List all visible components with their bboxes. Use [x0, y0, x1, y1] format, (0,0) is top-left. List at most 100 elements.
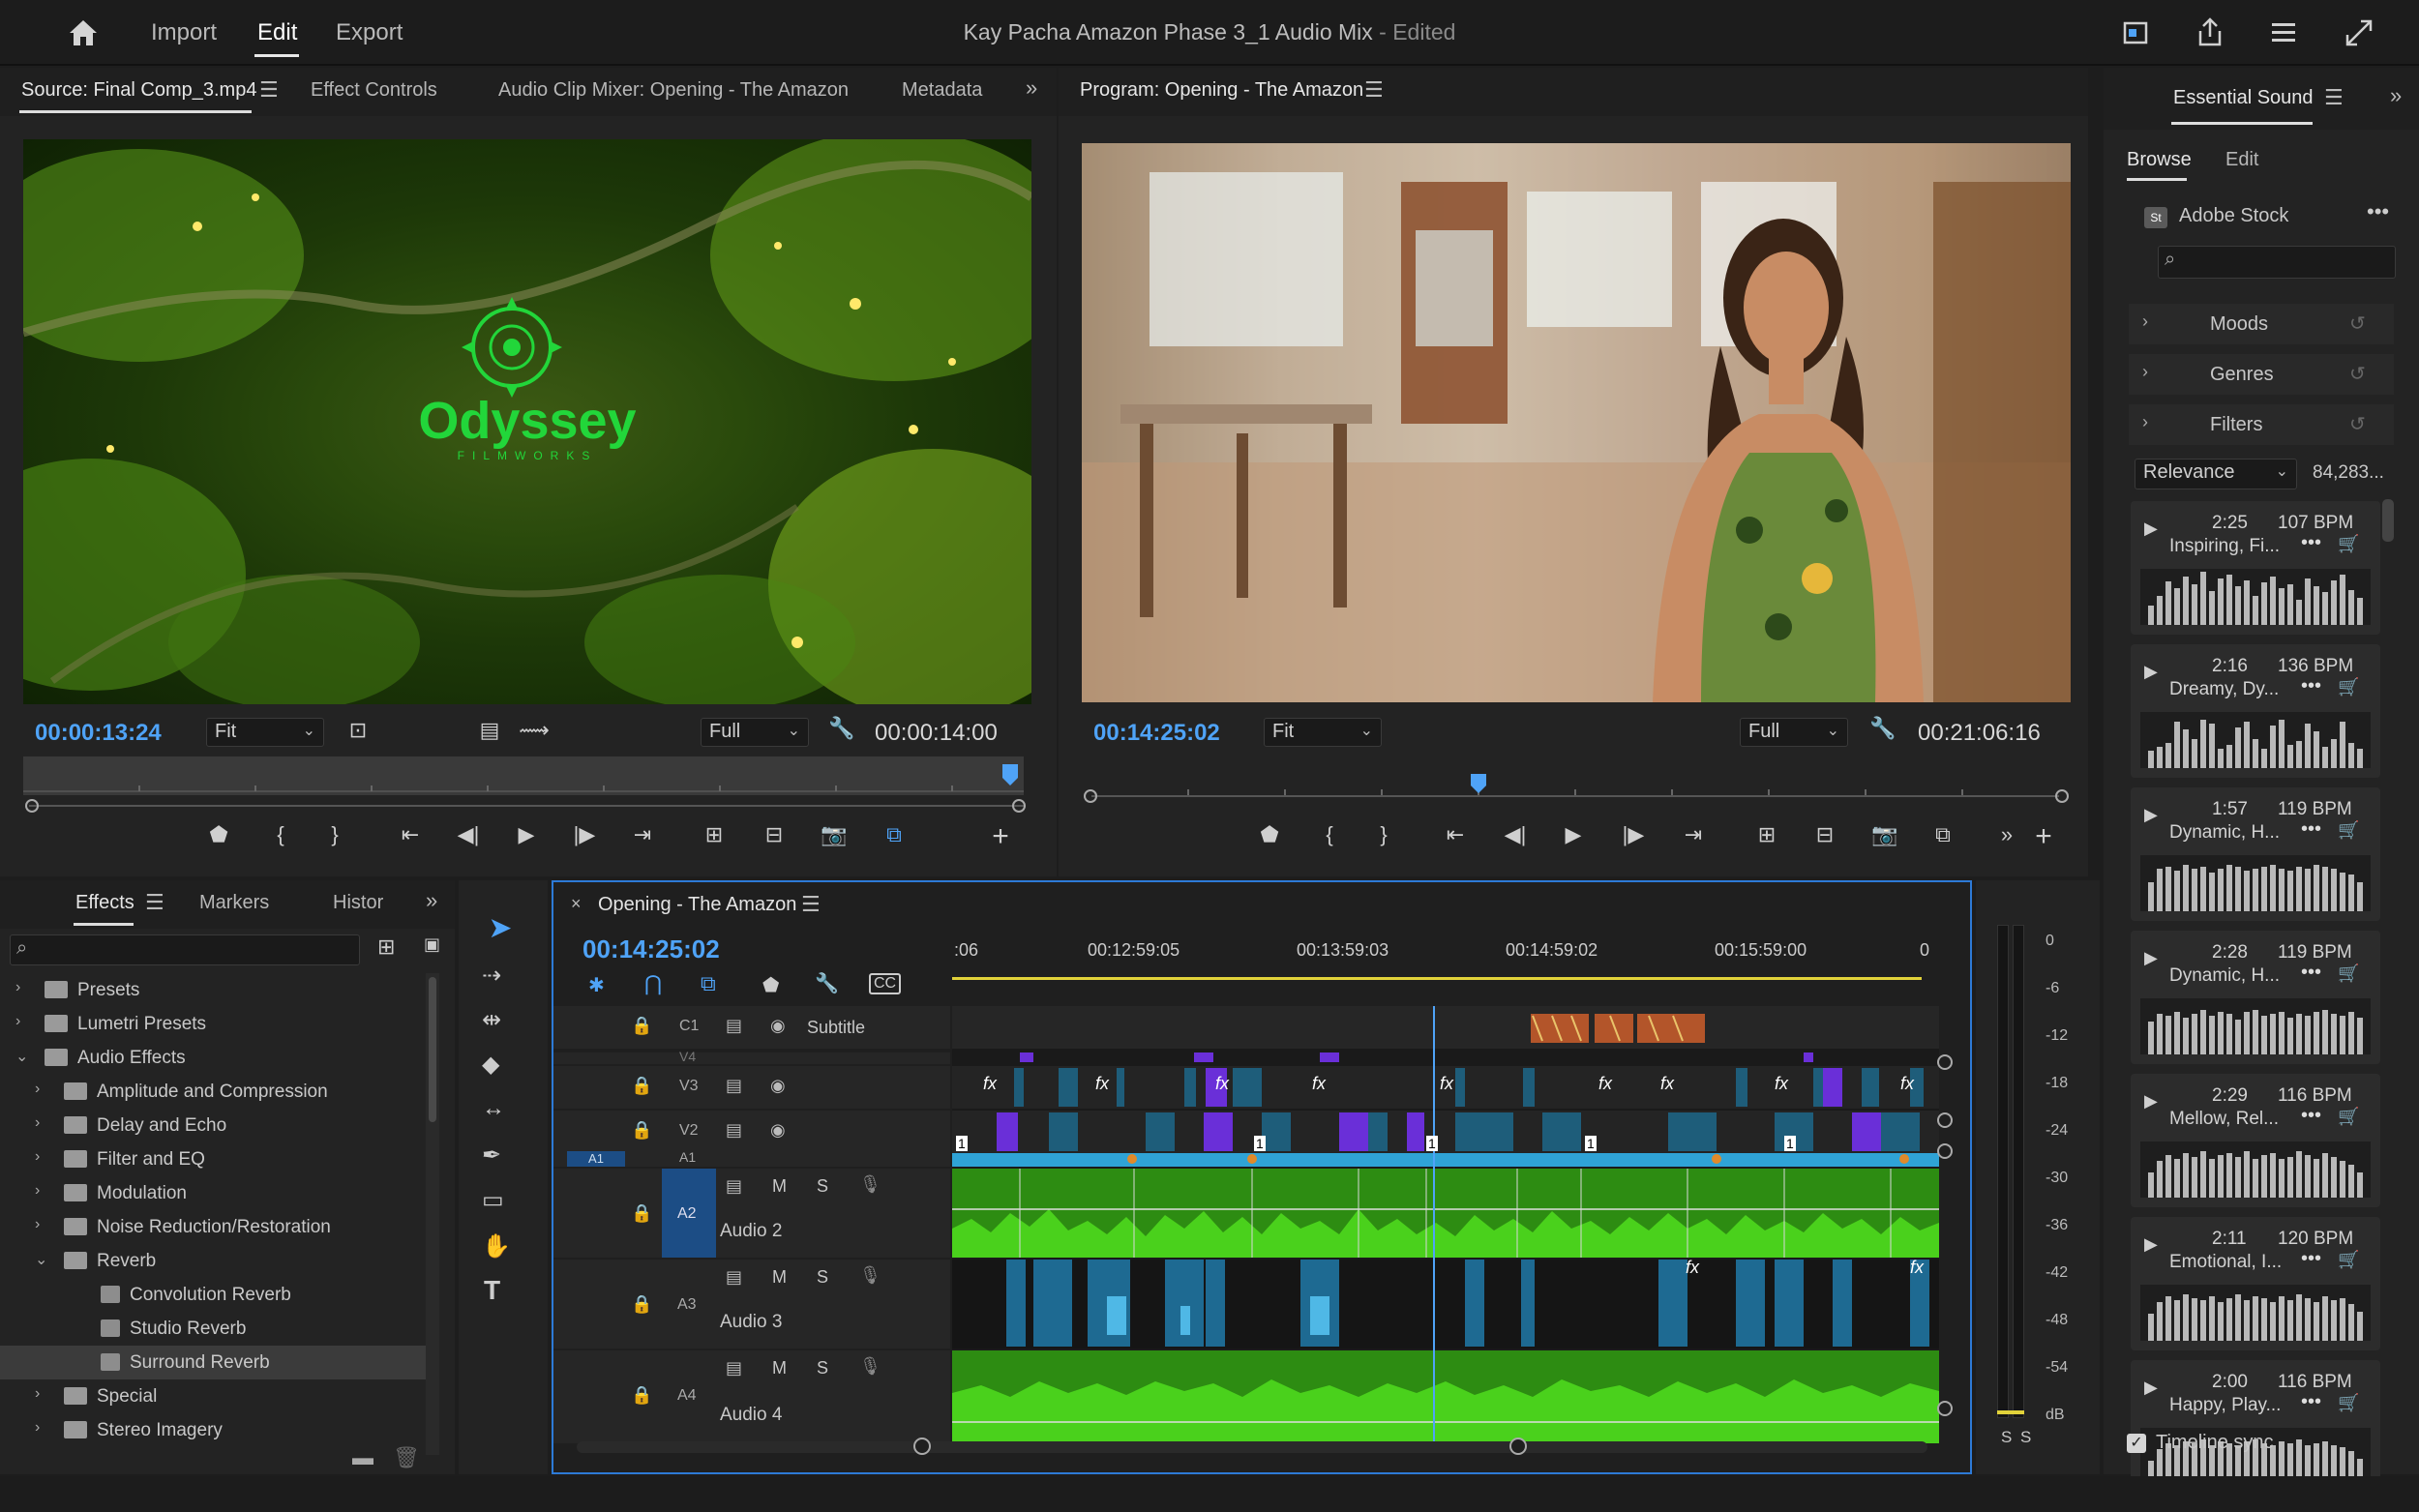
effects-tree-item[interactable]: › Lumetri Presets: [0, 1007, 426, 1041]
hamburger-menu-icon[interactable]: ☰: [1364, 77, 1384, 103]
go-to-in-icon[interactable]: ⇤: [1438, 822, 1473, 847]
lock-icon[interactable]: 🔒: [631, 1120, 652, 1141]
timeline-sync-checkbox[interactable]: ✓: [2127, 1434, 2146, 1453]
add-button-icon[interactable]: +: [2026, 820, 2061, 853]
add-marker-icon[interactable]: ⬟: [201, 822, 236, 847]
track-waveform[interactable]: [2140, 855, 2371, 911]
eye-icon[interactable]: ◉: [770, 1016, 786, 1036]
mute-button[interactable]: M: [772, 1176, 787, 1197]
extract-icon[interactable]: ⊟: [1807, 822, 1842, 847]
panel-overflow-icon[interactable]: »: [426, 888, 437, 913]
delete-trash-icon[interactable]: 🗑: [393, 1445, 420, 1470]
microphone-icon[interactable]: 🎙: [859, 1265, 881, 1286]
share-icon[interactable]: [2193, 15, 2227, 50]
snap-magnet-icon[interactable]: ⋂: [644, 971, 662, 996]
settings-wrench-icon[interactable]: 🔧: [824, 716, 859, 741]
lock-icon[interactable]: 🔒: [631, 1294, 652, 1315]
essential-sound-title[interactable]: Essential Sound: [2173, 87, 2314, 109]
workspaces-icon[interactable]: [2266, 15, 2301, 50]
program-zoom-select[interactable]: Fit ⌄: [1264, 718, 1382, 747]
insert-icon[interactable]: ⊞: [697, 822, 732, 847]
close-icon[interactable]: ×: [571, 894, 582, 914]
es-scrollbar[interactable]: [2382, 499, 2394, 542]
home-icon[interactable]: [66, 15, 101, 50]
microphone-icon[interactable]: 🎙: [859, 1174, 881, 1195]
reset-icon[interactable]: ↺: [2349, 311, 2366, 336]
settings-wrench-icon[interactable]: 🔧: [1866, 716, 1900, 741]
captions-cc-icon[interactable]: CC: [869, 973, 902, 994]
type-tool-icon[interactable]: T: [484, 1275, 500, 1306]
add-marker-icon[interactable]: ⬟: [762, 973, 779, 997]
more-options-icon[interactable]: •••: [2301, 818, 2321, 841]
fullscreen-icon[interactable]: [2342, 15, 2376, 50]
more-options-icon[interactable]: •••: [2301, 962, 2321, 984]
cart-icon[interactable]: 🛒: [2338, 677, 2359, 697]
nav-edit[interactable]: Edit: [257, 19, 297, 46]
lock-icon[interactable]: 🔒: [631, 1016, 652, 1036]
solo-button[interactable]: S: [817, 1176, 828, 1197]
effects-tree-item[interactable]: › Noise Reduction/Restoration: [0, 1210, 426, 1244]
play-icon[interactable]: ▶: [2144, 1091, 2158, 1112]
mark-in-icon[interactable]: {: [1312, 822, 1347, 847]
track-waveform[interactable]: [2140, 1285, 2371, 1341]
music-track-card[interactable]: ▶ 2:25 107 BPM Inspiring, Fi... ••• 🛒: [2131, 501, 2380, 635]
razor-tool-icon[interactable]: ◆: [482, 1051, 499, 1079]
sync-lock-icon[interactable]: ▤: [726, 1016, 742, 1036]
chevron-right-icon[interactable]: ›: [35, 1182, 40, 1200]
chevron-right-icon[interactable]: ›: [35, 1216, 40, 1233]
play-icon[interactable]: ▶: [2144, 805, 2158, 825]
effects-tree-item[interactable]: Surround Reverb: [0, 1346, 426, 1379]
pen-tool-icon[interactable]: ✒: [482, 1141, 501, 1170]
solo-button[interactable]: S: [817, 1267, 828, 1288]
zoom-handle-left[interactable]: [1084, 789, 1097, 803]
cart-icon[interactable]: 🛒: [2338, 820, 2359, 841]
accelerated-effects-icon[interactable]: ⊞: [377, 934, 395, 960]
more-options-icon[interactable]: •••: [2301, 532, 2321, 554]
reset-icon[interactable]: ↺: [2349, 412, 2366, 436]
more-options-icon[interactable]: •••: [2301, 1248, 2321, 1270]
chevron-right-icon[interactable]: ›: [35, 1081, 40, 1098]
sync-lock-icon[interactable]: ▤: [726, 1176, 742, 1197]
music-track-card[interactable]: ▶ 2:29 116 BPM Mellow, Rel... ••• 🛒: [2131, 1074, 2380, 1207]
cart-icon[interactable]: 🛒: [2338, 964, 2359, 984]
panel-overflow-icon[interactable]: »: [1989, 822, 2024, 847]
panel-overflow-icon[interactable]: »: [1026, 75, 1037, 101]
meter-solo-right[interactable]: S: [2020, 1428, 2031, 1447]
music-track-card[interactable]: ▶ 2:28 119 BPM Dynamic, H... ••• 🛒: [2131, 931, 2380, 1064]
play-icon[interactable]: ▶: [2144, 948, 2158, 968]
track-zoom-handle[interactable]: [1937, 1143, 1953, 1159]
new-bin-icon[interactable]: ▬: [352, 1445, 373, 1470]
tab-effects[interactable]: Effects: [75, 892, 134, 914]
hamburger-menu-icon[interactable]: ☰: [259, 77, 279, 103]
lock-icon[interactable]: 🔒: [631, 1385, 652, 1406]
more-options-icon[interactable]: •••: [2301, 1105, 2321, 1127]
play-icon[interactable]: ▶: [2144, 519, 2158, 539]
sync-lock-icon[interactable]: ▤: [726, 1076, 742, 1096]
zoom-handle-left[interactable]: [25, 799, 39, 813]
effects-tree-item[interactable]: › Amplitude and Compression: [0, 1075, 426, 1109]
more-options-icon[interactable]: •••: [2367, 199, 2389, 224]
solo-button[interactable]: S: [817, 1358, 828, 1379]
lock-icon[interactable]: 🔒: [631, 1203, 652, 1224]
zoom-handle-right[interactable]: [1012, 799, 1026, 813]
play-icon[interactable]: ▶: [2144, 1234, 2158, 1255]
step-back-icon[interactable]: ◀|: [451, 822, 486, 847]
timeline-horizontal-scrollbar[interactable]: [577, 1441, 1927, 1453]
lock-icon[interactable]: 🔒: [631, 1076, 652, 1096]
timeline-tracks-area[interactable]: fx fx fx fx fx fx fx fx fx fx fx 1 1 1 1…: [952, 1006, 1939, 1443]
export-frame-camera-icon[interactable]: 📷: [817, 822, 851, 847]
scroll-handle-right[interactable]: [1509, 1438, 1527, 1455]
32bit-effects-icon[interactable]: ▣: [424, 934, 440, 955]
effects-tree-item[interactable]: ⌄ Reverb: [0, 1244, 426, 1278]
tab-browse[interactable]: Browse: [2127, 149, 2192, 171]
track-zoom-handle[interactable]: [1937, 1401, 1953, 1416]
rectangle-tool-icon[interactable]: ▭: [482, 1186, 504, 1214]
filter-genres[interactable]: › Genres ↺: [2129, 354, 2394, 395]
mark-in-icon[interactable]: {: [263, 822, 298, 847]
meter-solo-left[interactable]: S: [2001, 1428, 2012, 1447]
source-zoom-bar[interactable]: [29, 805, 1026, 807]
go-to-out-icon[interactable]: ⇥: [1676, 822, 1711, 847]
export-frame-camera-icon[interactable]: 📷: [1867, 822, 1902, 847]
timeline-timecode[interactable]: 00:14:25:02: [582, 934, 720, 964]
chevron-right-icon[interactable]: ›: [15, 979, 20, 996]
